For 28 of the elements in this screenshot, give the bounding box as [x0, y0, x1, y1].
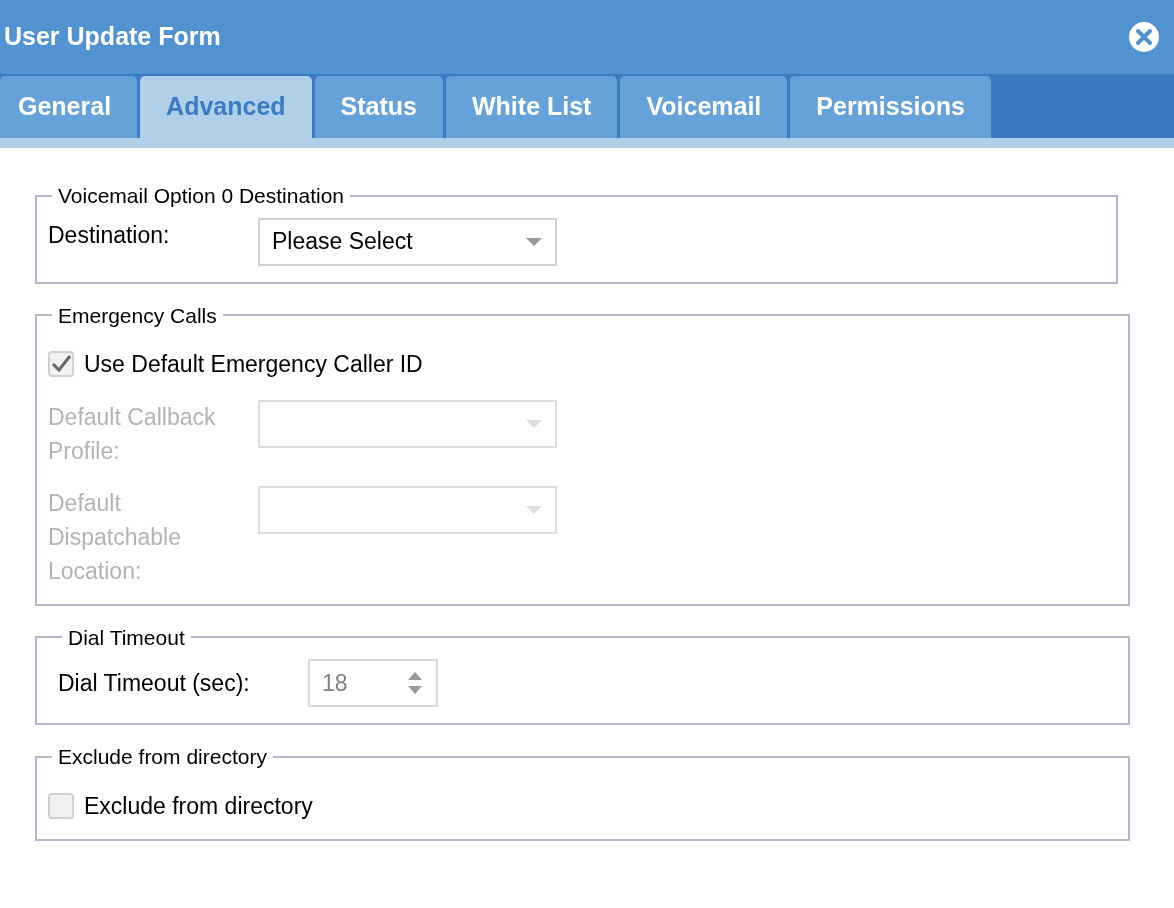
spinner-icon[interactable] — [406, 670, 424, 696]
caret-icon — [525, 418, 543, 429]
tab[interactable]: Advanced — [140, 76, 312, 138]
number-field[interactable]: 18 — [308, 659, 438, 707]
window-title: User Update Form — [4, 21, 221, 53]
field-label: Destination: — [48, 220, 171, 250]
checkmark-icon — [50, 354, 72, 375]
tab[interactable]: General — [0, 76, 138, 138]
dropdown[interactable]: Please Select — [258, 217, 557, 266]
group-title: Exclude from directory — [57, 744, 268, 770]
tab[interactable]: Voicemail — [620, 76, 788, 138]
close-icon[interactable] — [1128, 21, 1160, 53]
checkbox[interactable] — [48, 792, 74, 819]
checkbox-label: Exclude from directory — [84, 791, 313, 821]
tab[interactable]: White List — [446, 76, 618, 138]
tab[interactable]: Status — [314, 76, 443, 138]
group-title: Voicemail Option 0 Destination — [57, 183, 345, 209]
group-title: Emergency Calls — [57, 302, 218, 329]
field-label: Default Callback Profile: — [48, 402, 217, 466]
checkbox-label: Use Default Emergency Caller ID — [84, 350, 423, 379]
dropdown-value: Please Select — [272, 227, 413, 257]
tab[interactable]: Permissions — [790, 76, 991, 138]
field-label: Dial Timeout (sec): — [58, 668, 251, 698]
caret-icon — [525, 504, 543, 515]
field-label: Default Dispatchable Location: — [48, 488, 182, 586]
caret-icon — [525, 236, 543, 247]
group-title: Dial Timeout — [67, 624, 186, 651]
checkbox[interactable] — [48, 351, 74, 378]
